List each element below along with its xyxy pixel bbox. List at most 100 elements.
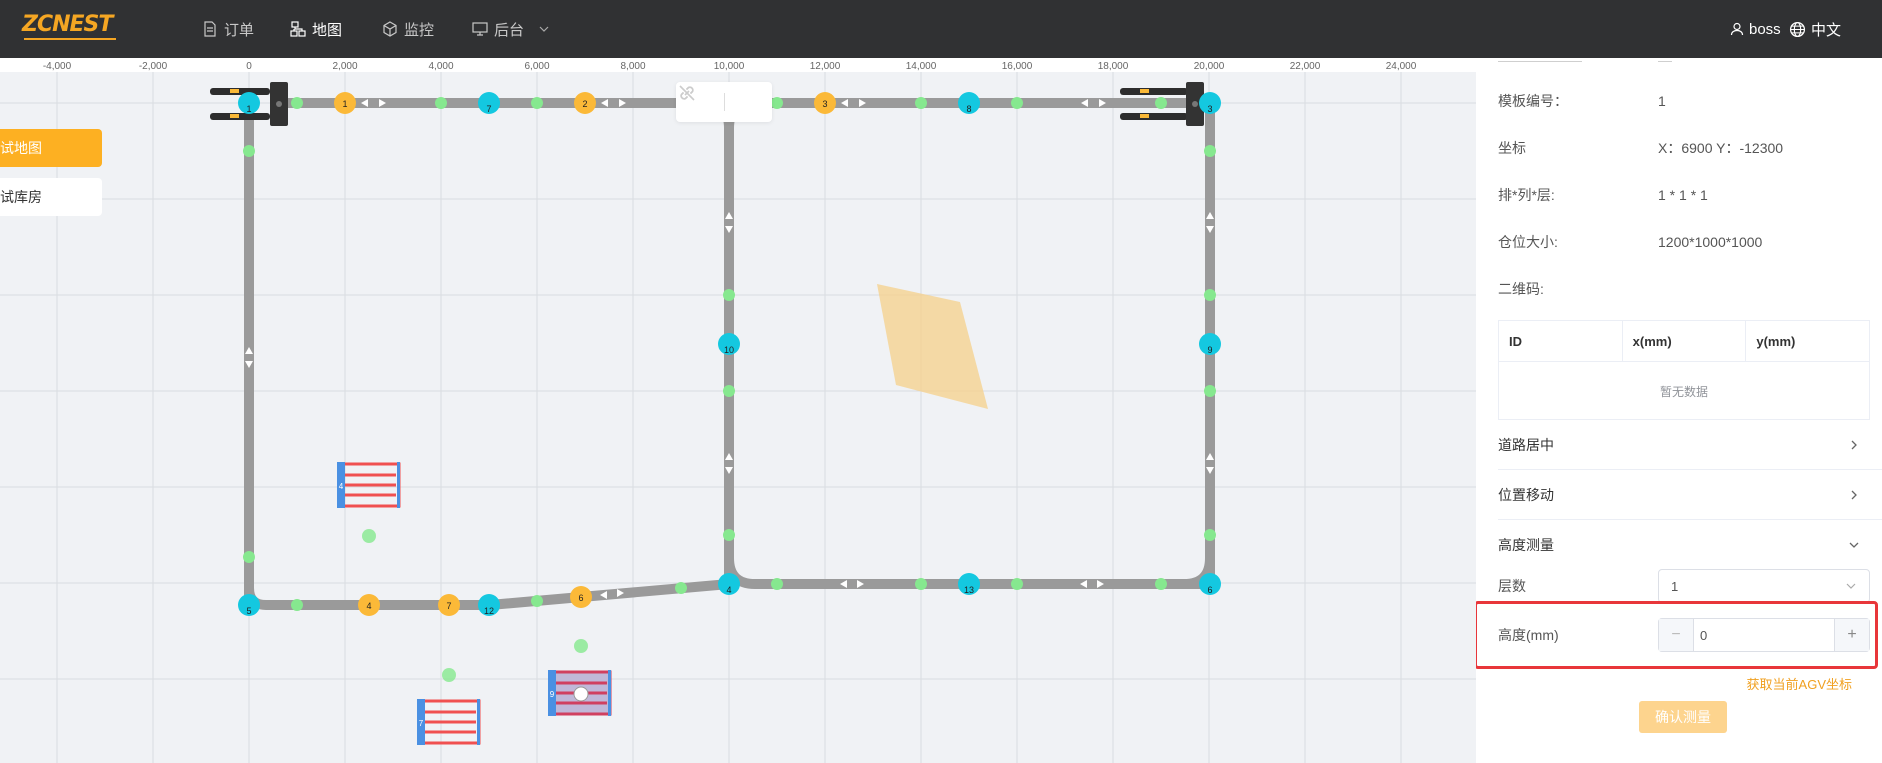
height-label: 高度(mm) — [1498, 627, 1559, 643]
ruler-tick-label: 4,000 — [428, 61, 453, 72]
grid-lines — [0, 70, 1476, 763]
node-label: 1 — [246, 104, 251, 114]
layers-select-value: 1 — [1671, 578, 1679, 594]
table-header: ID x(mm) y(mm) — [1499, 321, 1869, 362]
ruler-tick-label: -4,000 — [43, 61, 72, 72]
nav-orders[interactable]: 订单 — [202, 18, 254, 40]
ruler-tick-label: 20,000 — [1194, 61, 1225, 72]
node-label: 1 — [342, 99, 347, 109]
toolbar-divider — [723, 93, 725, 111]
chevron-down-icon — [539, 26, 549, 32]
ruler-tick-label: 6,000 — [524, 61, 549, 72]
user-icon — [1730, 22, 1744, 36]
nav-monitor[interactable]: 监控 — [382, 18, 434, 40]
cube-icon — [383, 21, 397, 37]
column-x: x(mm) — [1623, 321, 1747, 361]
nav-orders-label: 订单 — [224, 21, 255, 39]
unlink-icon[interactable] — [676, 82, 698, 104]
agv-label: 9 — [550, 690, 555, 699]
chevron-down-icon — [1849, 542, 1859, 548]
row-template-no: 模板编号： 1 — [1498, 89, 1862, 113]
ruler-tick-label: 12,000 — [810, 61, 841, 72]
ruler-tick-label: 18,000 — [1098, 61, 1129, 72]
language-switch[interactable]: 中文 — [1789, 18, 1841, 40]
agv-label: 4 — [339, 482, 344, 491]
test-warehouse-button[interactable]: 试库房 — [0, 178, 102, 216]
coord-label: 坐标 — [1498, 140, 1526, 156]
ruler-tick-label: 8,000 — [620, 61, 645, 72]
logo-underline — [24, 38, 116, 40]
ruler-tick-label: 14,000 — [906, 61, 937, 72]
slot-size-value: 1200*1000*1000 — [1658, 234, 1763, 250]
node-label: 4 — [366, 601, 371, 611]
node-label: 6 — [578, 593, 583, 603]
test-map-label: 试地图 — [0, 140, 42, 156]
agv-shelf-2[interactable]: 7 — [417, 699, 481, 745]
decrement-button[interactable]: − — [1659, 619, 1694, 651]
logo-text: ZCNEST — [22, 12, 113, 37]
nav-backend-label: 后台 — [494, 21, 525, 39]
section-height-measure[interactable]: 高度测量 — [1498, 520, 1882, 570]
layers-label: 层数 — [1498, 578, 1526, 594]
ruler-tick-label: 22,000 — [1290, 61, 1321, 72]
height-stepper[interactable]: − 0 + — [1658, 618, 1870, 652]
sitemap-icon — [290, 21, 306, 37]
nav-map[interactable]: 地图 — [290, 18, 342, 40]
section-position-move[interactable]: 位置移动 — [1498, 470, 1882, 520]
height-input[interactable]: 0 — [1694, 619, 1834, 651]
road-center-label: 道路居中 — [1498, 436, 1554, 453]
node-label: 7 — [486, 104, 491, 114]
test-map-button[interactable]: 试地图 — [0, 129, 102, 167]
document-icon — [204, 21, 216, 37]
increment-button[interactable]: + — [1834, 619, 1869, 651]
node-label: 6 — [1207, 585, 1212, 595]
agv-shelf-3[interactable]: 9 — [548, 670, 612, 716]
link-toolbar — [676, 82, 772, 122]
qrcode-label: 二维码: — [1498, 281, 1544, 297]
layout-label: 排*列*层: — [1498, 187, 1555, 203]
node-label: 12 — [484, 606, 494, 616]
ruler-tick-label: -2,000 — [139, 61, 168, 72]
map-canvas[interactable]: -4,000 -2,000 0 2,000 4,000 6,000 8,000 10,000 1… — [0, 58, 1476, 763]
agv-shelf-1[interactable]: 4 — [337, 462, 401, 508]
ruler-tick-label: 2,000 — [332, 61, 357, 72]
ruler-tick-label: 10,000 — [714, 61, 745, 72]
row-clipped: —————— — — [1498, 58, 1672, 68]
chevron-right-icon — [1851, 440, 1857, 449]
get-agv-coordinate-link[interactable]: 获取当前AGV坐标 — [1747, 674, 1852, 693]
nav-monitor-label: 监控 — [404, 21, 435, 39]
node-label: 4 — [726, 585, 731, 595]
node-label: 10 — [724, 345, 734, 355]
ruler-tick-label: 24,000 — [1386, 61, 1417, 72]
nav-backend[interactable]: 后台 — [472, 18, 550, 40]
user-menu[interactable]: boss — [1730, 18, 1781, 40]
ruler-tick-label: 16,000 — [1002, 61, 1033, 72]
row-layout: 排*列*层: 1 * 1 * 1 — [1498, 183, 1862, 207]
column-y: y(mm) — [1756, 333, 1796, 349]
table-empty-text: 暂无数据 — [1659, 384, 1708, 399]
monitor-icon — [472, 22, 488, 36]
chevron-right-icon — [1851, 490, 1857, 499]
layers-select[interactable]: 1 — [1658, 569, 1870, 603]
section-road-center[interactable]: 道路居中 — [1498, 420, 1882, 470]
top-navigation-bar: ZCNEST 订单 地图 监控 后台 boss 中文 — [0, 0, 1882, 58]
zone-area[interactable] — [877, 284, 988, 409]
confirm-measure-button[interactable]: 确认测量 — [1639, 701, 1727, 733]
node-label: 8 — [966, 104, 971, 114]
template-no-label: 模板编号： — [1498, 93, 1568, 109]
orange-nodes[interactable]: 1 2 3 4 7 6 — [334, 92, 836, 616]
logo[interactable]: ZCNEST — [22, 12, 122, 42]
node-label: 9 — [1207, 345, 1212, 355]
test-warehouse-label: 试库房 — [0, 189, 42, 205]
node-label: 3 — [1207, 104, 1212, 114]
top-ruler: -4,000 -2,000 0 2,000 4,000 6,000 8,000 10,000 1… — [0, 58, 1476, 72]
coord-value: X：6900 Y：-12300 — [1658, 140, 1784, 156]
slot-size-label: 仓位大小: — [1498, 234, 1558, 250]
node-label: 2 — [582, 99, 587, 109]
map-svg[interactable]: -4,000 -2,000 0 2,000 4,000 6,000 8,000 10,000 1… — [0, 58, 1476, 763]
globe-icon — [1789, 21, 1806, 37]
language-label: 中文 — [1811, 21, 1842, 39]
row-slot-size: 仓位大小: 1200*1000*1000 — [1498, 230, 1862, 254]
user-name: boss — [1749, 20, 1781, 38]
qrcode-table: ID x(mm) y(mm) 暂无数据 — [1498, 320, 1870, 420]
